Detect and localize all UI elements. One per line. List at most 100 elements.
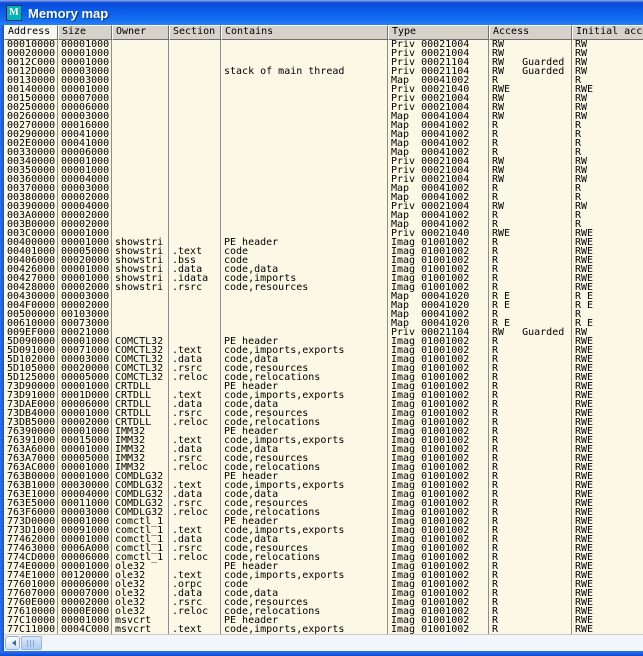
scrollbar-thumb[interactable] bbox=[21, 636, 42, 650]
cell-access: R bbox=[489, 391, 572, 400]
cell-initial_access: RW bbox=[572, 40, 643, 49]
cell-initial_access: RWE bbox=[572, 481, 643, 490]
cell-initial_access: RWE bbox=[572, 382, 643, 391]
cell-access: R bbox=[489, 265, 572, 274]
cell-access: R bbox=[489, 571, 572, 580]
cell-address: 77C11000 bbox=[4, 625, 58, 634]
column-header-contains[interactable]: Contains bbox=[221, 25, 388, 40]
cell-size: 0004C000 bbox=[58, 625, 112, 634]
cell-owner bbox=[112, 148, 169, 157]
horizontal-scrollbar[interactable] bbox=[4, 634, 643, 651]
icon-letter: M bbox=[9, 8, 18, 18]
cell-contains bbox=[221, 193, 388, 202]
cell-initial_access: RWE bbox=[572, 274, 643, 283]
cell-owner bbox=[112, 292, 169, 301]
cell-initial_access: RWE bbox=[572, 391, 643, 400]
cell-section bbox=[169, 175, 221, 184]
cell-section: .reloc bbox=[169, 607, 221, 616]
cell-access: R bbox=[489, 337, 572, 346]
table-row[interactable]: 77C110000004C000msvcrt.textcode,imports,… bbox=[4, 625, 643, 634]
cell-initial_access: RWE bbox=[572, 247, 643, 256]
cell-initial_access: RWE bbox=[572, 85, 643, 94]
cell-access: R E bbox=[489, 301, 572, 310]
cell-initial_access: RW bbox=[572, 328, 643, 337]
cell-access: R bbox=[489, 445, 572, 454]
cell-access: R bbox=[489, 544, 572, 553]
cell-initial_access: R E bbox=[572, 319, 643, 328]
cell-access: R bbox=[489, 184, 572, 193]
cell-initial_access: RWE bbox=[572, 589, 643, 598]
cell-section bbox=[169, 94, 221, 103]
column-header-initial_access[interactable]: Initial access bbox=[572, 25, 643, 40]
column-header-address[interactable]: Address bbox=[4, 25, 58, 40]
cell-initial_access: RWE bbox=[572, 508, 643, 517]
column-header-access[interactable]: Access bbox=[489, 25, 572, 40]
cell-section bbox=[169, 184, 221, 193]
cell-contains bbox=[221, 211, 388, 220]
cell-initial_access: R bbox=[572, 139, 643, 148]
cell-access: R bbox=[489, 508, 572, 517]
cell-section bbox=[169, 193, 221, 202]
cell-section bbox=[169, 166, 221, 175]
cell-initial_access: R bbox=[572, 211, 643, 220]
cell-contains bbox=[221, 94, 388, 103]
cell-contains bbox=[221, 166, 388, 175]
cell-section bbox=[169, 130, 221, 139]
cell-initial_access: RWE bbox=[572, 364, 643, 373]
cell-owner bbox=[112, 103, 169, 112]
cell-initial_access: RWE bbox=[572, 445, 643, 454]
cell-owner bbox=[112, 49, 169, 58]
scroll-left-button[interactable] bbox=[5, 636, 20, 650]
cell-section bbox=[169, 76, 221, 85]
cell-access: R bbox=[489, 526, 572, 535]
cell-initial_access: RW bbox=[572, 166, 643, 175]
titlebar[interactable]: M Memory map bbox=[0, 0, 643, 25]
cell-owner bbox=[112, 85, 169, 94]
column-header-type[interactable]: Type bbox=[388, 25, 489, 40]
cell-initial_access: RWE bbox=[572, 355, 643, 364]
cell-access: R bbox=[489, 373, 572, 382]
memory-map-window: M Memory map AddressSizeOwnerSectionCont… bbox=[0, 0, 643, 656]
cell-access: R bbox=[489, 589, 572, 598]
cell-section bbox=[169, 202, 221, 211]
cell-access: R bbox=[489, 490, 572, 499]
cell-section: .reloc bbox=[169, 418, 221, 427]
cell-section bbox=[169, 211, 221, 220]
cell-contains bbox=[221, 85, 388, 94]
cell-initial_access: RWE bbox=[572, 472, 643, 481]
cell-access: R bbox=[489, 211, 572, 220]
cell-access: RW Guarded bbox=[489, 328, 572, 337]
cell-initial_access: R bbox=[572, 130, 643, 139]
cell-initial_access: RWE bbox=[572, 427, 643, 436]
cell-section: .rsrc bbox=[169, 283, 221, 292]
cell-initial_access: RW bbox=[572, 103, 643, 112]
cell-initial_access: RWE bbox=[572, 598, 643, 607]
cell-owner: msvcrt bbox=[112, 625, 169, 634]
cell-owner bbox=[112, 76, 169, 85]
column-header-size[interactable]: Size bbox=[58, 25, 112, 40]
cell-initial_access: RW bbox=[572, 175, 643, 184]
cell-owner bbox=[112, 112, 169, 121]
cell-access: R bbox=[489, 472, 572, 481]
table-body: 0001000000001000Priv 00021004RWRW0002000… bbox=[4, 40, 643, 634]
cell-section: .reloc bbox=[169, 463, 221, 472]
window-title: Memory map bbox=[28, 6, 108, 20]
cell-contains: code,imports,exports bbox=[221, 625, 388, 634]
column-header-owner[interactable]: Owner bbox=[112, 25, 169, 40]
cell-contains bbox=[221, 130, 388, 139]
cell-access: R bbox=[489, 130, 572, 139]
cell-access: R bbox=[489, 535, 572, 544]
cell-initial_access: RWE bbox=[572, 373, 643, 382]
cell-initial_access: RWE bbox=[572, 283, 643, 292]
cell-initial_access: RWE bbox=[572, 526, 643, 535]
cell-contains bbox=[221, 103, 388, 112]
column-header-section[interactable]: Section bbox=[169, 25, 221, 40]
cell-initial_access: R bbox=[572, 121, 643, 130]
cell-initial_access: R bbox=[572, 76, 643, 85]
cell-section bbox=[169, 328, 221, 337]
cell-section bbox=[169, 157, 221, 166]
cell-initial_access: RWE bbox=[572, 229, 643, 238]
cell-access: RWE bbox=[489, 229, 572, 238]
cell-initial_access: R E bbox=[572, 292, 643, 301]
cell-contains bbox=[221, 301, 388, 310]
